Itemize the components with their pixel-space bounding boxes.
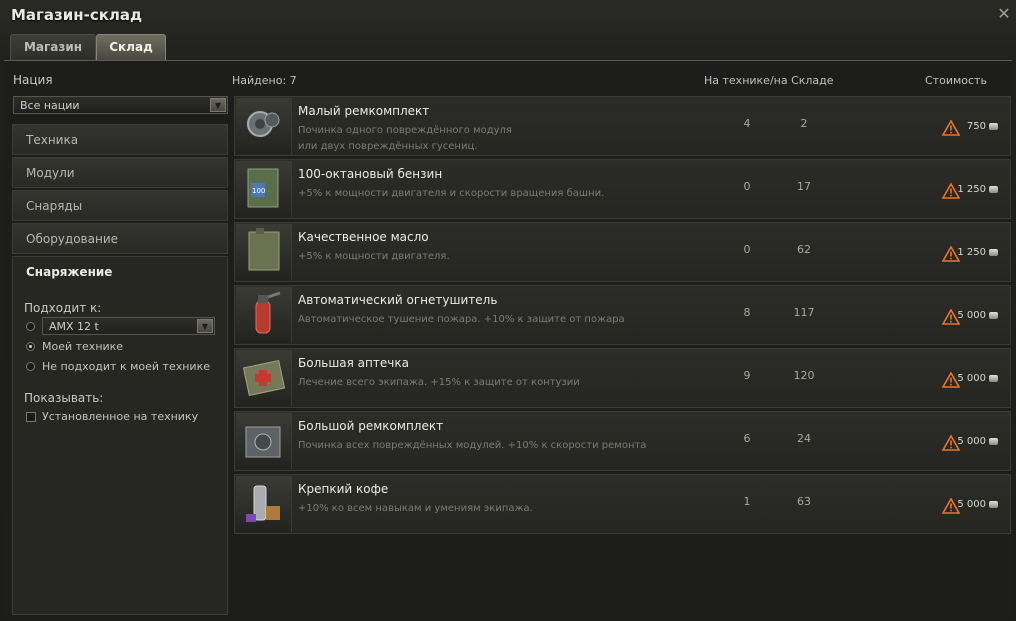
item-on-vehicle-count: 0 [743,180,751,193]
radio-vehicle[interactable] [26,322,35,331]
column-header-price: Стоимость [925,74,987,87]
item-name: Качественное масло [298,230,429,244]
item-price: 1 250 [957,247,986,258]
item-name: Крепкий кофе [298,482,389,496]
item-name: 100-октановый бензин [298,167,443,181]
item-row[interactable]: Большой ремкомплект Починка всех повреждё… [234,411,1011,471]
credits-icon [989,249,998,256]
credits-icon [989,123,998,130]
item-name: Большой ремкомплект [298,419,444,433]
item-in-stock-count: 62 [797,243,811,256]
item-description-line: +5% к мощности двигателя. [298,251,450,262]
item-row[interactable]: 100 100-октановый бензин +5% к мощности дв… [234,159,1011,219]
oil-can-icon [236,224,292,280]
item-description: +5% к мощности двигателя и скорости вращ… [298,186,698,202]
gasoline-can-icon: 100 [236,161,292,217]
item-description: Лечение всего экипажа. +15% к защите от … [298,375,698,391]
item-description-line: Лечение всего экипажа. +15% к защите от … [298,377,580,388]
item-price: 5 000 [957,373,986,384]
nation-select[interactable]: Все нации ▼ [13,96,228,114]
item-on-vehicle-count: 4 [743,117,751,130]
item-on-vehicle-count: 6 [743,432,751,445]
tab-shop[interactable]: Магазин [10,34,96,60]
chevron-down-icon: ▼ [210,98,226,112]
item-row[interactable]: Большая аптечка Лечение всего экипажа. +1… [234,348,1011,408]
show-label: Показывать: [24,391,104,405]
item-name: Большая аптечка [298,356,409,370]
item-in-stock-count: 24 [797,432,811,445]
item-price: 750 [966,121,986,132]
category-vehicles[interactable]: Техника [12,124,228,155]
item-in-stock-count: 63 [797,495,811,508]
item-description: Починка одного повреждённого модуля или д… [298,123,698,155]
item-in-stock-count: 17 [797,180,811,193]
item-row[interactable]: Качественное масло +5% к мощности двигате… [234,222,1011,282]
medkit-icon [236,350,292,406]
item-description-line: Починка одного повреждённого модуля [298,125,512,136]
item-name: Автоматический огнетушитель [298,293,498,307]
option-my-vehicles[interactable]: Моей технике [42,340,123,353]
column-header-stock: На технике/на Складе [704,74,834,87]
radio-my-vehicles[interactable] [26,342,35,351]
window-title: Магазин-склад [11,6,143,24]
category-shells[interactable]: Снаряды [12,190,228,221]
item-row[interactable]: Автоматический огнетушитель Автоматическо… [234,285,1011,345]
option-not-fitting[interactable]: Не подходит к моей технике [42,360,210,373]
fire-extinguisher-icon [236,287,292,343]
item-on-vehicle-count: 0 [743,243,751,256]
category-equipment[interactable]: Оборудование [12,223,228,254]
nation-select-value: Все нации [20,99,80,112]
item-description: Починка всех повреждённых модулей. +10% … [298,438,698,454]
nation-label: Нация [13,73,53,87]
shop-depot-window: Магазин-склад ✕ Магазин Склад Нация Все … [0,0,1016,621]
item-in-stock-count: 2 [800,117,808,130]
found-count: Найдено: 7 [232,74,297,87]
vehicle-select-value: AMX 12 t [49,320,99,333]
close-icon[interactable]: ✕ [996,6,1012,22]
item-price: 5 000 [957,310,986,321]
item-in-stock-count: 120 [793,369,815,382]
item-name: Малый ремкомплект [298,104,430,118]
vehicle-select[interactable]: AMX 12 t ▼ [42,317,215,335]
credits-icon [989,438,998,445]
chevron-down-icon: ▼ [197,319,213,333]
credits-icon [989,312,998,319]
credits-icon [989,186,998,193]
item-description-line: или двух повреждённых гусениц. [298,141,478,152]
item-price: 5 000 [957,499,986,510]
item-on-vehicle-count: 9 [743,369,751,382]
item-on-vehicle-count: 8 [743,306,751,319]
item-price: 1 250 [957,184,986,195]
fits-label: Подходит к: [24,301,102,315]
item-description-line: +10% ко всем навыкам и умениям экипажа. [298,503,533,514]
small-repair-kit-icon [236,98,292,154]
item-in-stock-count: 117 [793,306,815,319]
item-description: +10% ко всем навыкам и умениям экипажа. [298,501,698,517]
item-description-line: Автоматическое тушение пожара. +10% к за… [298,314,625,325]
svg-text:100: 100 [252,187,265,195]
credits-icon [989,501,998,508]
installed-option-label[interactable]: Установленное на технику [42,410,198,423]
coffee-icon [236,476,292,532]
item-row[interactable]: Малый ремкомплект Починка одного повреждё… [234,96,1011,156]
item-row[interactable]: Крепкий кофе +10% ко всем навыкам и умени… [234,474,1011,534]
item-description-line: +5% к мощности двигателя и скорости вращ… [298,188,605,199]
item-description: Автоматическое тушение пожара. +10% к за… [298,312,698,328]
item-description: +5% к мощности двигателя. [298,249,698,265]
item-on-vehicle-count: 1 [743,495,751,508]
item-price: 5 000 [957,436,986,447]
installed-checkbox[interactable] [26,412,36,422]
large-repair-kit-icon [236,413,292,469]
item-description-line: Починка всех повреждённых модулей. +10% … [298,440,647,451]
category-consumables[interactable]: Снаряжение [12,256,228,287]
credits-icon [989,375,998,382]
category-modules[interactable]: Модули [12,157,228,188]
radio-not-fitting[interactable] [26,362,35,371]
tab-depot[interactable]: Склад [96,34,166,60]
